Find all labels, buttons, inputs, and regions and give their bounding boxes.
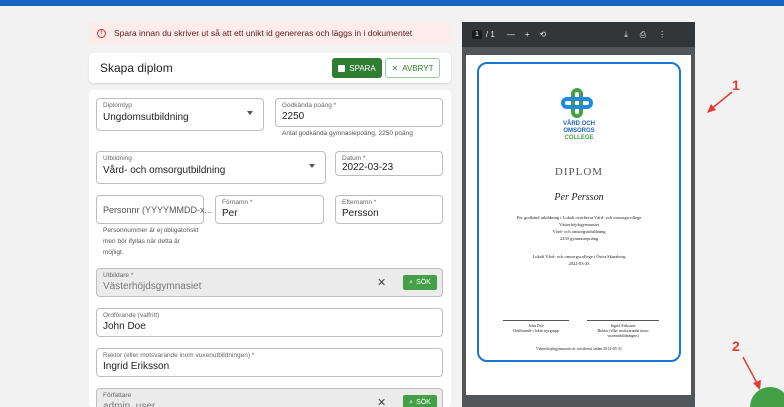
diploma-footer: Västerhöjdsgymnasiet är certifierat seda…: [536, 346, 622, 351]
body-line: Vård- och omsorgsutbildning: [552, 229, 606, 234]
pdf-viewer: 1 / 1 — + ⟲ ⤓ ⎙ ⋮ VÅRD OCH OMSORGS COLLE…: [462, 22, 695, 407]
chevron-down-icon: [247, 111, 253, 115]
signature-line: vuxenutbildningen): [607, 333, 639, 338]
field-label: Godkända poäng *: [282, 102, 337, 109]
diplomtyp-select[interactable]: Diplomtyp Ungdomsutbildning: [96, 98, 264, 131]
save-icon: [338, 64, 346, 72]
search-button-label: SÖK: [416, 279, 431, 286]
diploma-title: DIPLOM: [554, 166, 604, 178]
field-label: Utbildare *: [103, 272, 134, 279]
page-title: Skapa diplom: [100, 61, 173, 75]
zoom-in-icon[interactable]: +: [525, 30, 530, 39]
recipient-name: Per Persson: [554, 192, 604, 203]
logo-text: VÅRD OCH OMSORGS COLLEGE: [479, 121, 679, 142]
field-label: Efternamn *: [342, 199, 377, 206]
body-line: Lokalt Vård- och omsorgscollege i Östra …: [532, 254, 626, 259]
body-line: Västerhöjdsgymnasiet: [559, 222, 599, 227]
more-options-icon[interactable]: ⋮: [658, 30, 666, 39]
field-label: Författare: [103, 392, 132, 399]
helper-line: Personnummer är ej obligatoriskt: [103, 227, 199, 234]
page-total: / 1: [485, 30, 495, 39]
field-label: Rektor (eller motsvarande inom vuxenutbi…: [103, 352, 255, 359]
efternamn-field[interactable]: Efternamn * Persson: [335, 195, 443, 224]
field-placeholder: Personnr (YYYYMMDD-x...: [103, 205, 213, 215]
field-value: Västerhöjdsgymnasiet: [103, 281, 202, 292]
save-button[interactable]: SPARA: [332, 58, 382, 78]
helper-line: men bör ifyllas när detta är: [103, 238, 180, 245]
page-number-input[interactable]: 1: [472, 30, 482, 39]
fornamn-field[interactable]: Förnamn * Per: [215, 195, 324, 224]
field-value: 2250: [282, 111, 305, 122]
field-label: Diplomtyp: [103, 102, 132, 109]
field-value: Ingrid Eriksson: [103, 361, 170, 372]
field-value: Ungdomsutbildning: [103, 112, 189, 123]
chevron-down-icon: [309, 164, 315, 168]
utbildare-search-button[interactable]: ⌕ SÖK: [403, 275, 437, 290]
body-line: 2250 gymnasiepoäng: [559, 236, 599, 241]
field-label: Förnamn *: [222, 199, 253, 206]
field-label: Utbildning: [103, 155, 132, 162]
info-icon: !: [97, 28, 106, 38]
field-value: admin_user: [103, 401, 156, 407]
clear-icon[interactable]: ✕: [377, 396, 386, 407]
diploma-form: Diplomtyp Ungdomsutbildning Godkända poä…: [89, 90, 451, 407]
logo-line: COLLEGE: [564, 135, 594, 141]
close-icon: ✕: [391, 63, 399, 73]
pdf-page: VÅRD OCH OMSORGS COLLEGE DIPLOM Per Pers…: [466, 55, 691, 395]
cancel-button-label: AVBRYT: [402, 63, 434, 73]
save-info-alert: ! Spara innan du skriver ut så att ett u…: [89, 22, 451, 44]
signature-left: John Doe Ordförande i lokal styrgrupp: [503, 320, 569, 333]
ordforande-field[interactable]: Ordförande (valfritt) John Doe: [96, 308, 443, 337]
helper-line: möjligt.: [103, 249, 124, 256]
search-icon: ⌕: [409, 278, 414, 286]
field-value: Per: [222, 208, 238, 219]
field-value: Persson: [342, 208, 379, 219]
personnr-field[interactable]: Personnr (YYYYMMDD-x...: [96, 195, 212, 224]
form-header: Skapa diplom SPARA ✕ AVBRYT: [89, 53, 451, 83]
diploma-frame: VÅRD OCH OMSORGS COLLEGE DIPLOM Per Pers…: [477, 62, 681, 362]
field-value: John Doe: [103, 321, 146, 332]
print-icon[interactable]: ⎙: [640, 30, 646, 40]
utbildning-select[interactable]: Utbildning Vård- och omsorgutbildning: [96, 151, 326, 184]
signature-line: Ordförande i lokal styrgrupp: [513, 328, 559, 333]
poang-helper: Antal godkända gymnasiepoäng, 2250 poäng: [282, 130, 413, 137]
logo-line: VÅRD OCH: [562, 121, 595, 127]
download-icon[interactable]: ⤓: [624, 30, 628, 40]
utbildare-field[interactable]: Utbildare * Västerhöjdsgymnasiet ✕ ⌕ SÖK: [96, 268, 443, 297]
cancel-button[interactable]: ✕ AVBRYT: [385, 58, 440, 78]
alert-text: Spara innan du skriver ut så att ett uni…: [114, 28, 413, 38]
forfattare-field[interactable]: Författare admin_user ✕ ⌕ SÖK: [96, 388, 443, 407]
field-label: Ordförande (valfritt): [103, 312, 160, 319]
body-line: 2022-03-23: [568, 261, 590, 266]
rotate-icon[interactable]: ⟲: [539, 30, 546, 39]
top-app-bar: [0, 0, 784, 6]
annotation-arrow-1: [707, 91, 733, 113]
poang-field[interactable]: Godkända poäng * 2250: [275, 98, 443, 127]
datum-field[interactable]: Datum * 2022-03-23: [335, 151, 443, 176]
zoom-out-icon[interactable]: —: [507, 30, 515, 39]
personnr-helper: Personnummer är ej obligatoriskt men bör…: [103, 225, 198, 258]
local-college: Lokalt Vård- och omsorgscollege i Östra …: [479, 253, 679, 267]
forfattare-search-button[interactable]: ⌕ SÖK: [403, 395, 437, 407]
search-icon: ⌕: [409, 398, 414, 406]
pdf-toolbar: 1 / 1 — + ⟲ ⤓ ⎙ ⋮: [462, 22, 695, 47]
search-button-label: SÖK: [416, 399, 431, 406]
body-line: För godkänd utbildning i Lokalt certifie…: [516, 215, 642, 220]
field-label: Datum *: [342, 155, 366, 162]
save-button-label: SPARA: [349, 63, 376, 73]
field-value: 2022-03-23: [342, 162, 394, 173]
annotation-number-2: 2: [732, 338, 740, 354]
rektor-field[interactable]: Rektor (eller motsvarande inom vuxenutbi…: [96, 348, 443, 377]
clear-icon[interactable]: ✕: [377, 276, 386, 289]
field-value: Vård- och omsorgutbildning: [103, 165, 226, 176]
logo-line: OMSORGS: [563, 128, 595, 134]
signature-right: Ingrid Eriksson Rektor (eller motsvarand…: [587, 320, 659, 338]
diploma-body: För godkänd utbildning i Lokalt certifie…: [479, 214, 679, 242]
college-logo: [561, 88, 597, 118]
